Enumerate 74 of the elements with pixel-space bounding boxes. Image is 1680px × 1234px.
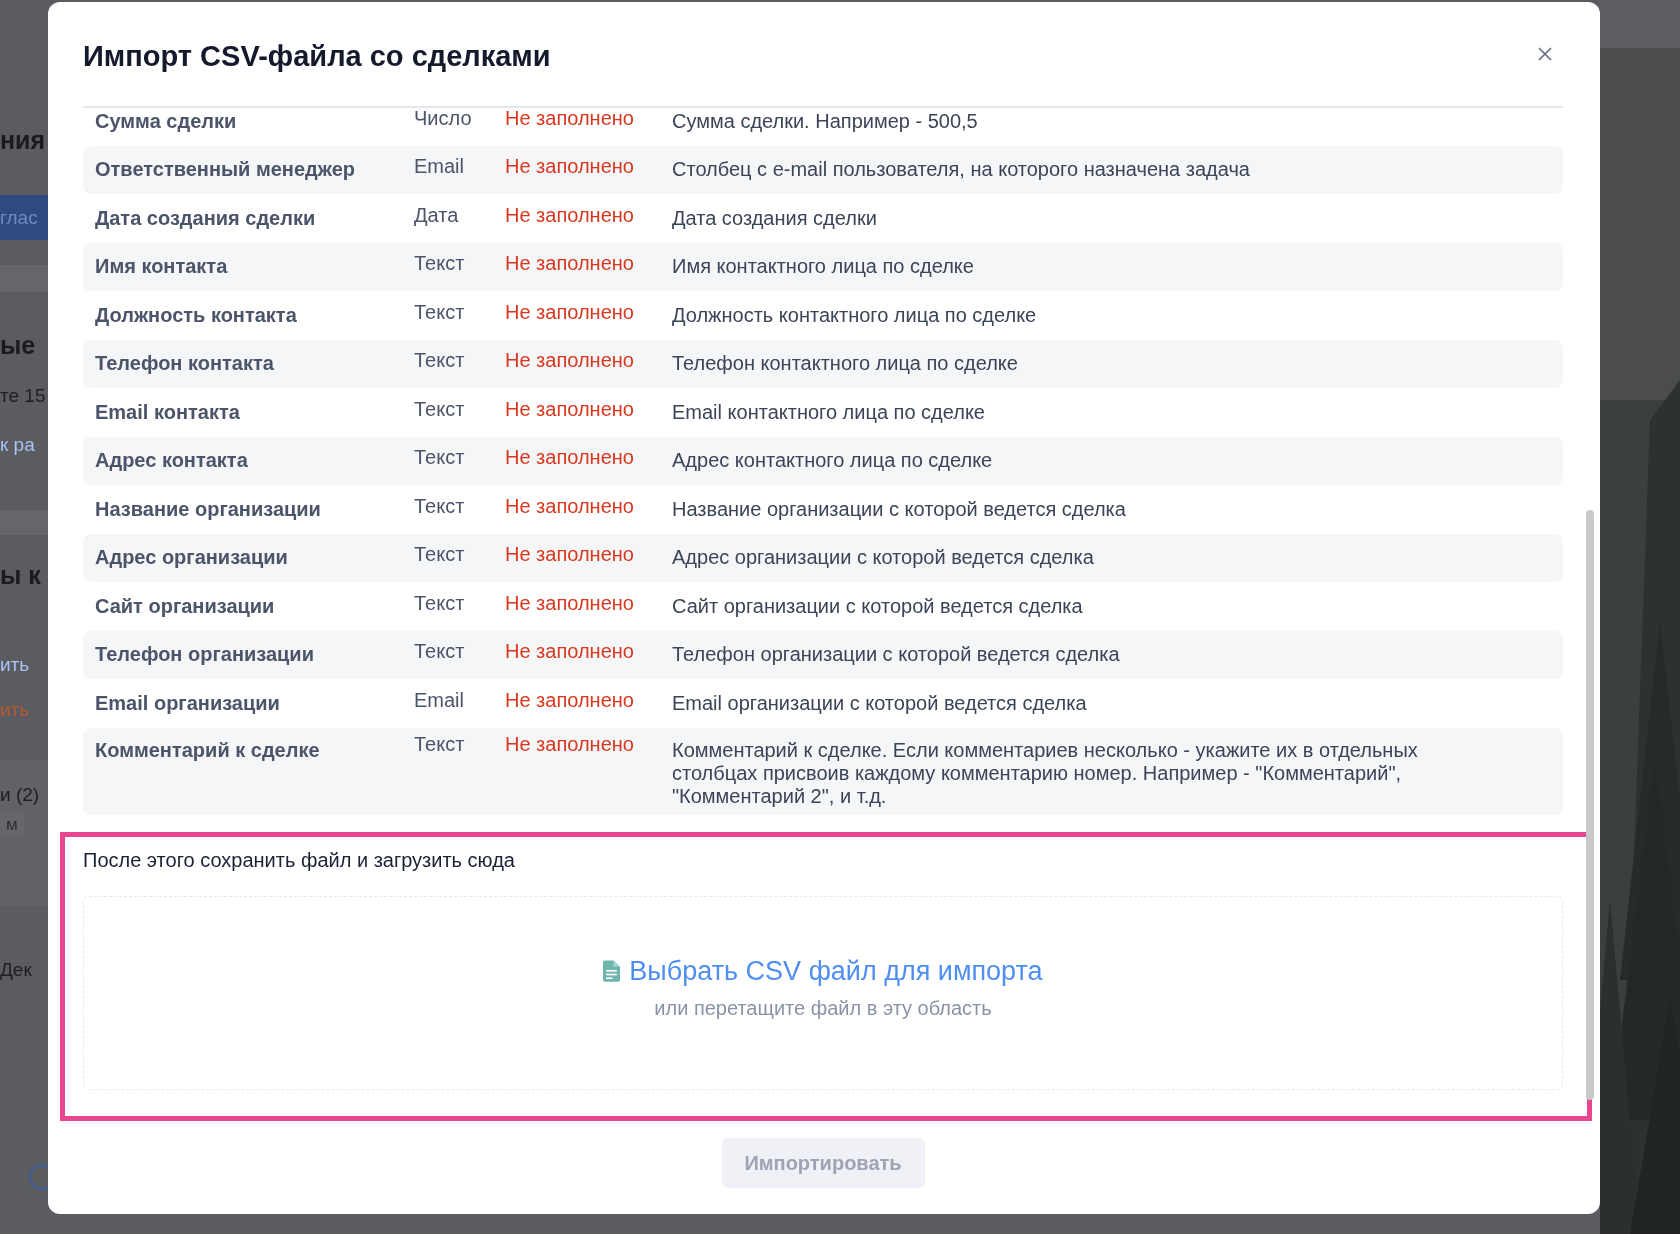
field-type: Текст: [414, 397, 466, 421]
field-status: Не заполнено: [505, 640, 635, 664]
field-description: Телефон контактного лица по сделке: [672, 352, 1019, 376]
field-description: Телефон организации с которой ведется сделка: [672, 643, 1121, 667]
field-description: Дата создания сделки: [672, 206, 878, 230]
field-description: Email контактного лица по сделке: [672, 400, 986, 424]
field-status: Не заполнено: [505, 688, 635, 712]
field-type: Текст: [414, 446, 466, 470]
field-name: Email контакта: [95, 400, 241, 424]
scrollbar-thumb[interactable]: [1586, 510, 1594, 1100]
field-name: Адрес организации: [95, 546, 289, 570]
field-description: Адрес контактного лица по сделке: [672, 449, 994, 473]
field-name: Сумма сделки: [95, 109, 238, 133]
field-name: Должность контакта: [95, 303, 298, 327]
field-description: Email организации с которой ведется сделка: [672, 691, 1088, 715]
upload-instruction: После этого сохранить файл и загрузить сюда: [83, 848, 516, 872]
field-status: Не заполнено: [505, 300, 635, 324]
field-status: Не заполнено: [505, 155, 635, 179]
page-link[interactable]: ить: [0, 652, 48, 678]
close-icon[interactable]: [1537, 46, 1553, 62]
field-name: Адрес контакта: [95, 449, 249, 473]
field-description: Адрес организации с которой ведется сделка: [672, 546, 1095, 570]
field-type: Email: [414, 155, 465, 179]
field-status: Не заполнено: [505, 108, 635, 130]
page-text: Дек: [0, 958, 33, 982]
field-description: Сайт организации с которой ведется сделка: [672, 594, 1084, 618]
field-type: Текст: [414, 543, 466, 567]
field-type: Текст: [414, 732, 466, 756]
field-name: Ответственный менеджер: [95, 158, 356, 182]
field-status: Не заполнено: [505, 397, 635, 421]
field-status: Не заполнено: [505, 252, 635, 276]
field-type: Текст: [414, 349, 466, 373]
field-status: Не заполнено: [505, 591, 635, 615]
field-status: Не заполнено: [505, 732, 635, 756]
drop-hint: или перетащите файл в эту область: [654, 997, 992, 1020]
field-type: Email: [414, 688, 465, 712]
dialog-title: Импорт CSV-файла со сделками: [83, 38, 551, 73]
page-link[interactable]: к ра: [0, 432, 48, 458]
field-description: Комментарий к сделке. Если комментариев несколько - укажите их в отдельных столбцах присвоив каждому комментарию номер. Например - "Комментарий", "Комментарий 2", и т.д.: [672, 738, 1419, 808]
field-type: Текст: [414, 252, 466, 276]
page-text: и (2): [0, 783, 41, 807]
field-description: Имя контактного лица по сделке: [672, 255, 975, 279]
heading-text: ы к: [0, 559, 42, 591]
field-name: Название организации: [95, 497, 322, 521]
field-type: Текст: [414, 300, 466, 324]
field-status: Не заполнено: [505, 349, 635, 373]
field-type: Число: [414, 108, 473, 130]
field-description: Должность контактного лица по сделке: [672, 303, 1038, 327]
field-description: Сумма сделки. Например - 500,5: [672, 109, 979, 133]
field-type: Текст: [414, 591, 466, 615]
drop-zone[interactable]: Выбрать CSV файл для импорта или перетащите файл в эту область: [83, 896, 1563, 1090]
page-button[interactable]: глас: [0, 195, 48, 240]
field-status: Не заполнено: [505, 446, 635, 470]
field-description: Столбец с e-mail пользователя, на которого назначена задача: [672, 158, 1251, 182]
field-name: Дата создания сделки: [95, 206, 317, 230]
field-name: Комментарий к сделке: [95, 738, 321, 762]
field-type: Текст: [414, 494, 466, 518]
field-name: Телефон организации: [95, 643, 315, 667]
field-status: Не заполнено: [505, 203, 635, 227]
page-text: те 15: [0, 384, 47, 408]
field-name: Имя контакта: [95, 255, 229, 279]
choose-file-link[interactable]: Выбрать CSV файл для импорта: [629, 953, 1043, 989]
heading-text: ые: [0, 329, 37, 361]
field-name: Сайт организации: [95, 594, 276, 618]
field-type: Текст: [414, 640, 466, 664]
field-status: Не заполнено: [505, 543, 635, 567]
field-name: Телефон контакта: [95, 352, 275, 376]
heading-text: ния: [0, 124, 47, 156]
field-status: Не заполнено: [505, 494, 635, 518]
field-name: Email организации: [95, 691, 281, 715]
field-type: Дата: [414, 203, 460, 227]
page-badge: м: [0, 813, 24, 837]
document-icon: [603, 960, 621, 982]
field-description: Название организации с которой ведется сделка: [672, 497, 1127, 521]
